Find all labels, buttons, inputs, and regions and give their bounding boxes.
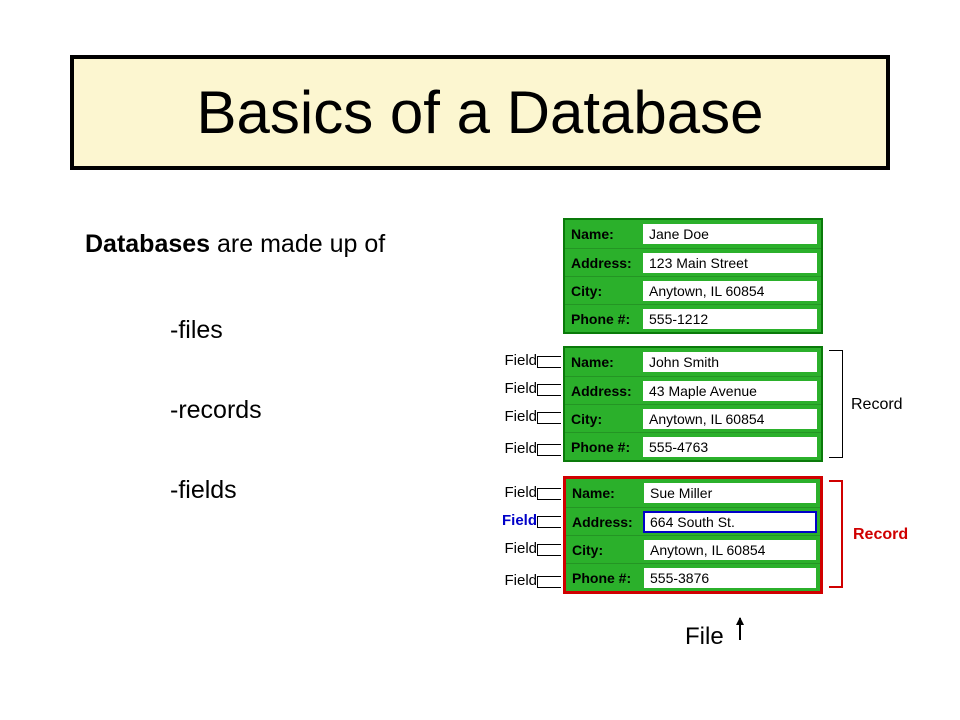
field-label-address: Address:: [565, 383, 643, 399]
value-city: Anytown, IL 60854: [643, 409, 817, 429]
field-label-address: Address:: [565, 255, 643, 271]
bracket-icon: [537, 516, 561, 528]
field-label-city: City:: [565, 283, 643, 299]
value-city: Anytown, IL 60854: [643, 281, 817, 301]
record-annotation: Record: [851, 396, 903, 414]
record-card-3: Name:Sue Miller Address:664 South St. Ci…: [563, 476, 823, 594]
value-address: 123 Main Street: [643, 253, 817, 273]
bullet-list: -files -records -fields: [170, 290, 262, 530]
field-label-address: Address:: [566, 514, 644, 530]
intro-text: Databases are made up of: [85, 230, 385, 259]
bracket-icon: [537, 384, 561, 396]
field-label-phone: Phone #:: [566, 570, 644, 586]
value-name: Jane Doe: [643, 224, 817, 244]
value-city: Anytown, IL 60854: [644, 540, 816, 560]
field-annotation: Field: [477, 572, 537, 589]
record-card-1: Name:Jane Doe Address:123 Main Street Ci…: [563, 218, 823, 334]
value-name: Sue Miller: [644, 483, 816, 503]
field-annotation: Field: [477, 484, 537, 501]
field-label-name: Name:: [566, 485, 644, 501]
field-annotation: Field: [477, 380, 537, 397]
bracket-icon: [537, 356, 561, 368]
bullet-records: -records: [170, 370, 262, 450]
field-label-city: City:: [566, 542, 644, 558]
record-bracket: [829, 350, 843, 458]
bracket-icon: [537, 444, 561, 456]
bracket-icon: [537, 488, 561, 500]
bullet-files: -files: [170, 290, 262, 370]
field-label-phone: Phone #:: [565, 439, 643, 455]
value-phone: 555-4763: [643, 437, 817, 457]
field-label-phone: Phone #:: [565, 311, 643, 327]
bracket-icon: [537, 412, 561, 424]
record-card-2: Name:John Smith Address:43 Maple Avenue …: [563, 346, 823, 462]
field-annotation-highlighted: Field: [477, 512, 537, 529]
value-phone: 555-1212: [643, 309, 817, 329]
bullet-fields: -fields: [170, 450, 262, 530]
intro-rest: are made up of: [210, 230, 385, 258]
field-annotation: Field: [477, 440, 537, 457]
field-annotation: Field: [477, 352, 537, 369]
record-annotation-highlighted: Record: [853, 526, 908, 544]
bracket-icon: [537, 576, 561, 588]
field-label-name: Name:: [565, 354, 643, 370]
field-label-name: Name:: [565, 226, 643, 242]
bracket-icon: [537, 544, 561, 556]
file-annotation: File: [685, 623, 724, 651]
field-annotation: Field: [477, 540, 537, 557]
value-address: 43 Maple Avenue: [643, 381, 817, 401]
arrow-up-icon: [739, 618, 741, 640]
value-phone: 555-3876: [644, 568, 816, 588]
field-annotation: Field: [477, 408, 537, 425]
value-address-highlighted: 664 South St.: [644, 512, 816, 532]
slide-title: Basics of a Database: [70, 55, 890, 170]
intro-bold: Databases: [85, 230, 210, 258]
value-name: John Smith: [643, 352, 817, 372]
record-bracket-highlighted: [829, 480, 843, 588]
field-label-city: City:: [565, 411, 643, 427]
